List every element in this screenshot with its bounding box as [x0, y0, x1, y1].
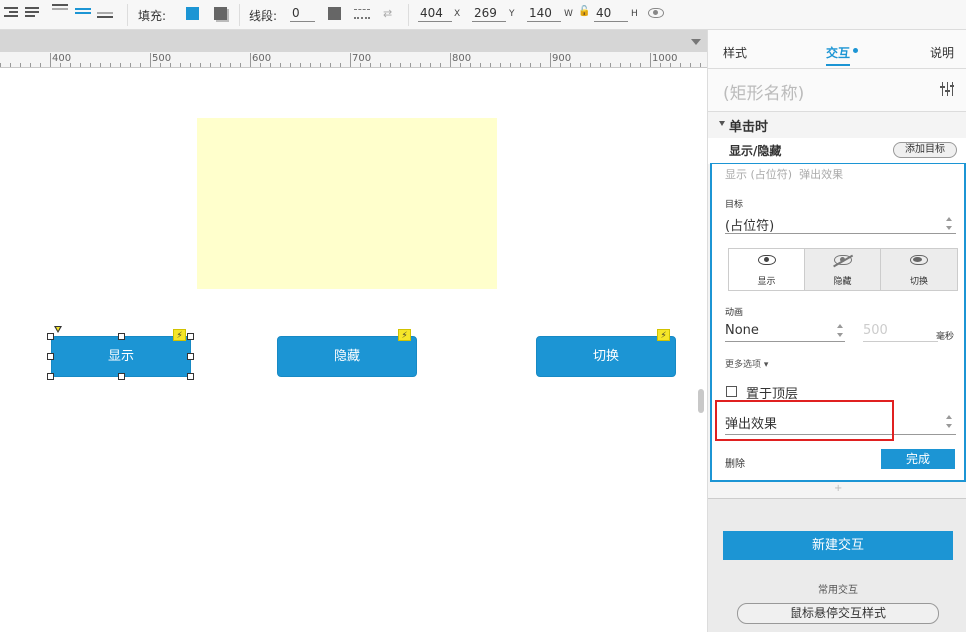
- design-canvas[interactable]: 显示 ⚡ 隐藏 ⚡ 切换 ⚡: [0, 68, 707, 632]
- interaction-panel: 样式 交互 说明 (矩形名称) 单击时 显示/隐藏 添加目标 显示 (占位符) …: [707, 30, 966, 632]
- bring-to-front-checkbox[interactable]: [726, 386, 737, 397]
- target-select[interactable]: (占位符): [725, 215, 774, 234]
- stroke-label: 线段:: [249, 9, 278, 23]
- resize-handle[interactable]: [187, 333, 194, 340]
- placeholder-rectangle[interactable]: [197, 118, 497, 289]
- lightning-icon: ⚡: [173, 329, 186, 341]
- animation-label: 动画: [725, 308, 744, 318]
- target-label: 目标: [725, 200, 744, 210]
- eye-off-icon: [832, 254, 853, 267]
- align-bottom-icon[interactable]: [97, 12, 113, 26]
- settings-sliders-icon[interactable]: [940, 82, 954, 96]
- toggle-button[interactable]: 切换: [536, 336, 676, 377]
- divider: [708, 111, 966, 112]
- fill-shadow-icon[interactable]: [214, 7, 227, 20]
- active-dot-icon: [853, 48, 858, 53]
- resize-handle[interactable]: [118, 333, 125, 340]
- resize-handle[interactable]: [47, 373, 54, 380]
- duration-unit: 毫秒: [936, 332, 955, 342]
- tab-style[interactable]: 样式: [723, 44, 747, 61]
- interaction-anchor-icon: [54, 326, 62, 333]
- show-button[interactable]: 显示: [51, 336, 191, 377]
- toolbar-divider: [127, 4, 128, 26]
- highlight-annotation-box: [715, 400, 894, 441]
- tab-interactions[interactable]: 交互: [826, 44, 850, 61]
- hide-option-label: 隐藏: [833, 277, 852, 287]
- lock-icon[interactable]: 🔓: [578, 6, 590, 17]
- animation-select[interactable]: None: [725, 323, 759, 338]
- top-toolbar: 填充: 线段: 0 ⇄ 404 X 269 Y 140 W 🔓 40 H: [0, 0, 966, 30]
- fill-label: 填充:: [138, 9, 167, 23]
- fill-color-swatch[interactable]: [186, 7, 199, 20]
- stroke-color-swatch[interactable]: [328, 7, 341, 20]
- field-underline: [725, 341, 845, 342]
- event-title[interactable]: 单击时: [729, 116, 768, 135]
- duration-input[interactable]: 500: [863, 323, 888, 338]
- resize-handle[interactable]: [118, 373, 125, 380]
- toggle-option[interactable]: 切换: [881, 249, 957, 290]
- select-stepper-icon[interactable]: [946, 415, 953, 428]
- toggle-option-label: 切换: [909, 277, 928, 287]
- x-position-input[interactable]: 404: [418, 5, 452, 22]
- visibility-eye-icon[interactable]: [648, 8, 664, 18]
- resize-handle[interactable]: [47, 333, 54, 340]
- active-tab-underline: [826, 64, 850, 66]
- visibility-toggle-group: 显示 隐藏 切换: [728, 248, 958, 291]
- resize-handle[interactable]: [187, 373, 194, 380]
- stroke-style-icon[interactable]: [354, 9, 370, 19]
- ruler-minor-ticks: [0, 63, 707, 67]
- shape-name-input[interactable]: (矩形名称): [723, 79, 804, 104]
- align-middle-icon[interactable]: [75, 8, 91, 22]
- page-dropdown-icon[interactable]: [691, 39, 701, 45]
- more-options-toggle[interactable]: 更多选项 ▾: [725, 357, 768, 370]
- done-button[interactable]: 完成: [881, 449, 955, 469]
- lightning-icon: ⚡: [398, 329, 411, 341]
- arrow-style-icon[interactable]: ⇄: [383, 7, 397, 21]
- y-label: Y: [509, 9, 515, 19]
- width-input[interactable]: 140: [527, 5, 561, 22]
- w-label: W: [564, 9, 573, 19]
- canvas-scrollbar-thumb[interactable]: [698, 389, 704, 413]
- h-label: H: [631, 9, 638, 19]
- resize-handle[interactable]: [47, 353, 54, 360]
- new-interaction-button[interactable]: 新建交互: [723, 531, 953, 560]
- align-top-icon[interactable]: [52, 4, 68, 18]
- tab-notes[interactable]: 说明: [930, 44, 954, 61]
- eye-icon: [757, 255, 776, 265]
- select-stepper-icon[interactable]: [837, 324, 844, 337]
- hover-style-button[interactable]: 鼠标悬停交互样式: [737, 603, 939, 624]
- delete-link[interactable]: 删除: [725, 455, 745, 470]
- eye-toggle-icon: [910, 255, 928, 265]
- show-option-label: 显示: [757, 277, 776, 287]
- add-target-button[interactable]: 添加目标: [893, 142, 957, 158]
- horizontal-ruler: 400 500 600 700 800 900 1000: [0, 52, 707, 68]
- resize-handle[interactable]: [187, 353, 194, 360]
- canvas-header-strip: [0, 30, 707, 52]
- field-underline: [725, 233, 956, 234]
- action-title[interactable]: 显示/隐藏: [729, 142, 781, 159]
- stroke-width-input[interactable]: 0: [290, 5, 315, 22]
- height-input[interactable]: 40: [594, 5, 628, 22]
- x-label: X: [454, 9, 461, 19]
- hide-button[interactable]: 隐藏: [277, 336, 417, 377]
- common-interactions-label: 常用交互: [818, 585, 858, 596]
- show-option[interactable]: 显示: [729, 249, 805, 290]
- toolbar-divider: [408, 4, 409, 26]
- align-right-icon[interactable]: [4, 7, 18, 21]
- field-underline: [863, 341, 938, 342]
- add-action-plus-icon[interactable]: +: [834, 483, 842, 494]
- toolbar-divider: [239, 4, 240, 26]
- collapse-caret-icon[interactable]: [719, 121, 725, 126]
- y-position-input[interactable]: 269: [472, 5, 506, 22]
- lightning-icon: ⚡: [657, 329, 670, 341]
- justify-icon[interactable]: [25, 7, 39, 21]
- hide-option[interactable]: 隐藏: [805, 249, 881, 290]
- select-stepper-icon[interactable]: [946, 217, 953, 230]
- action-summary: 显示 (占位符) 弹出效果: [725, 168, 844, 181]
